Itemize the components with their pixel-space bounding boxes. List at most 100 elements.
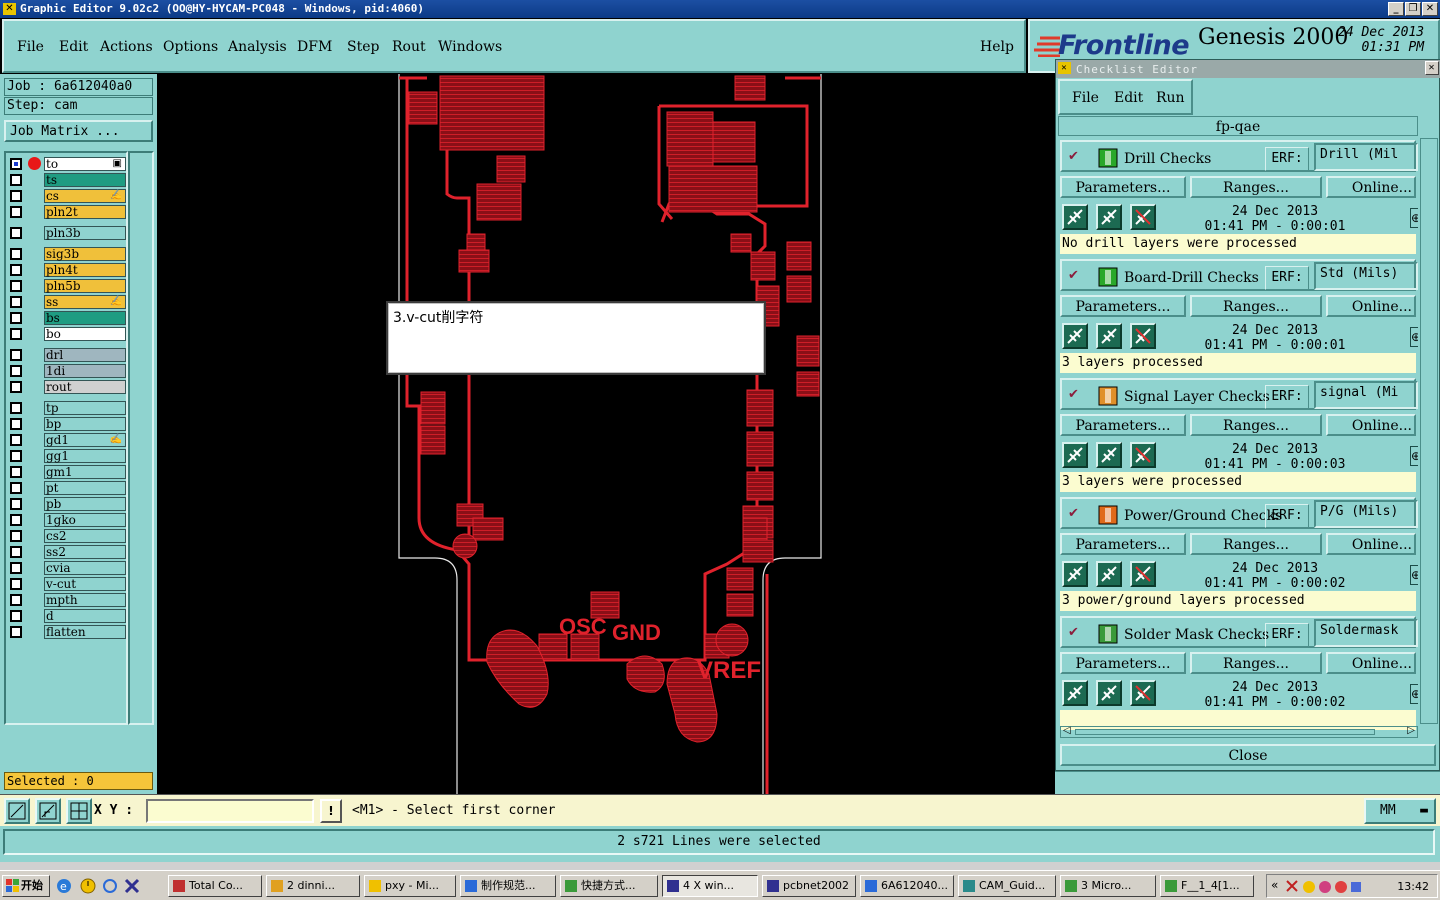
layer-row-pln5b[interactable]: pln5b <box>8 279 126 293</box>
taskbar-button[interactable]: CAM_Guid... <box>958 875 1056 897</box>
layer-row-pln3b[interactable]: pln3b <box>8 226 126 240</box>
taskbar-button[interactable]: 2 dinni... <box>266 875 360 897</box>
online-button[interactable]: Online... <box>1326 533 1416 555</box>
layer-checkbox[interactable] <box>10 349 22 361</box>
layer-row-1di[interactable]: 1di <box>8 364 126 378</box>
layer-checkbox[interactable] <box>10 610 22 622</box>
run-check-button[interactable] <box>1062 323 1088 349</box>
scroll-thumb[interactable] <box>1075 729 1375 735</box>
online-button[interactable]: Online... <box>1326 176 1416 198</box>
layer-row-drl[interactable]: drl <box>8 348 126 362</box>
erf-select[interactable]: Drill (Mil <box>1314 143 1418 171</box>
parameters-button[interactable]: Parameters... <box>1060 533 1186 555</box>
layer-checkbox[interactable] <box>10 206 22 218</box>
checklist-menu-edit[interactable]: Edit <box>1114 90 1143 106</box>
taskbar-button[interactable]: pxy - Mi... <box>364 875 456 897</box>
layer-checkbox[interactable] <box>10 434 22 446</box>
layer-checkbox[interactable] <box>10 227 22 239</box>
layer-row-pln4t[interactable]: pln4t <box>8 263 126 277</box>
check-side-button[interactable]: ⊕ <box>1410 684 1418 704</box>
layer-row-pb[interactable]: pb <box>8 497 126 511</box>
measure-tool[interactable] <box>35 798 61 824</box>
run-check-button[interactable] <box>1062 680 1088 706</box>
layer-row-flatten[interactable]: flatten <box>8 625 126 639</box>
layer-row-1gko[interactable]: 1gko <box>8 513 126 527</box>
layer-checkbox[interactable] <box>10 328 22 340</box>
layer-row-pln2t[interactable]: pln2t <box>8 205 126 219</box>
checklist-close-icon[interactable]: ✕ <box>1425 61 1439 75</box>
layer-checkbox[interactable] <box>10 530 22 542</box>
job-matrix-button[interactable]: Job Matrix ... <box>4 120 153 142</box>
layer-checkbox[interactable] <box>10 578 22 590</box>
layer-checkbox[interactable] <box>10 296 22 308</box>
checklist-hscroll[interactable]: ◁ ▷ <box>1060 725 1418 738</box>
layer-row-rout[interactable]: rout <box>8 380 126 394</box>
run-check-button[interactable] <box>1062 442 1088 468</box>
online-button[interactable]: Online... <box>1326 414 1416 436</box>
checklist-menu-run[interactable]: Run <box>1156 90 1185 106</box>
layer-row-sig3b[interactable]: sig3b <box>8 247 126 261</box>
menu-edit[interactable]: Edit <box>59 39 88 55</box>
online-button[interactable]: Online... <box>1326 652 1416 674</box>
layer-checkbox[interactable] <box>10 466 22 478</box>
layer-checkbox[interactable] <box>10 365 22 377</box>
menu-step[interactable]: Step <box>347 39 379 55</box>
close-window-button[interactable]: ✕ <box>1422 2 1438 16</box>
exclaim-button[interactable]: ! <box>320 799 342 823</box>
erf-select[interactable]: signal (Mi <box>1314 381 1418 409</box>
show-results-button[interactable] <box>1096 204 1122 230</box>
run-check-button[interactable] <box>1062 561 1088 587</box>
fix-check-button[interactable] <box>1130 442 1156 468</box>
layer-row-to[interactable]: to ▣ <box>8 157 126 171</box>
minimize-button[interactable]: _ <box>1388 2 1404 16</box>
taskbar-button[interactable]: 3 Micro... <box>1060 875 1156 897</box>
scroll-left-icon[interactable]: ◁ <box>1063 725 1071 736</box>
layer-row-v-cut[interactable]: v-cut <box>8 577 126 591</box>
check-side-button[interactable]: ⊕ <box>1410 208 1418 228</box>
erf-select[interactable]: Soldermask <box>1314 619 1418 647</box>
layer-checkbox[interactable] <box>10 482 22 494</box>
layer-row-ts[interactable]: ts <box>8 173 126 187</box>
show-results-button[interactable] <box>1096 561 1122 587</box>
taskbar-button[interactable]: pcbnet2002 <box>762 875 856 897</box>
parameters-button[interactable]: Parameters... <box>1060 176 1186 198</box>
check-side-button[interactable]: ⊕ <box>1410 446 1418 466</box>
start-button[interactable]: 开始 <box>2 875 50 897</box>
layer-row-bp[interactable]: bp <box>8 417 126 431</box>
layer-checkbox[interactable] <box>10 594 22 606</box>
layer-checkbox[interactable] <box>10 418 22 430</box>
layer-checkbox[interactable] <box>10 562 22 574</box>
tray-expand-icon[interactable]: « <box>1271 878 1278 892</box>
check-side-button[interactable]: ⊕ <box>1410 565 1418 585</box>
layer-checkbox[interactable] <box>10 190 22 202</box>
check-enabled-icon[interactable]: ✔ <box>1068 387 1079 402</box>
menu-analysis[interactable]: Analysis <box>228 39 287 55</box>
ranges-button[interactable]: Ranges... <box>1190 295 1322 317</box>
layer-checkbox[interactable] <box>10 514 22 526</box>
ranges-button[interactable]: Ranges... <box>1190 652 1322 674</box>
layer-row-pt[interactable]: pt <box>8 481 126 495</box>
check-side-button[interactable]: ⊕ <box>1410 327 1418 347</box>
layer-checkbox[interactable] <box>10 174 22 186</box>
zoom-area-tool[interactable] <box>4 798 30 824</box>
parameters-button[interactable]: Parameters... <box>1060 295 1186 317</box>
ie-icon[interactable]: e <box>56 878 72 894</box>
check-enabled-icon[interactable]: ✔ <box>1068 506 1079 521</box>
layer-row-gd1[interactable]: gd1 ✍ <box>8 433 126 447</box>
fix-check-button[interactable] <box>1130 204 1156 230</box>
taskbar-button[interactable]: 快捷方式... <box>560 875 658 897</box>
x-server-icon[interactable] <box>124 878 140 894</box>
show-results-button[interactable] <box>1096 442 1122 468</box>
show-results-button[interactable] <box>1096 680 1122 706</box>
clock-icon[interactable] <box>80 878 96 894</box>
erf-select[interactable]: Std (Mils) <box>1314 262 1418 290</box>
layer-row-tp[interactable]: tp <box>8 401 126 415</box>
checklist-vscroll[interactable] <box>1420 138 1438 724</box>
scroll-right-icon[interactable]: ▷ <box>1407 725 1415 736</box>
layer-row-gg1[interactable]: gg1 <box>8 449 126 463</box>
menu-dfm[interactable]: DFM <box>297 39 332 55</box>
menu-help[interactable]: Help <box>980 39 1014 55</box>
erf-select[interactable]: P/G (Mils) <box>1314 500 1418 528</box>
layer-row-bs[interactable]: bs <box>8 311 126 325</box>
show-results-button[interactable] <box>1096 323 1122 349</box>
